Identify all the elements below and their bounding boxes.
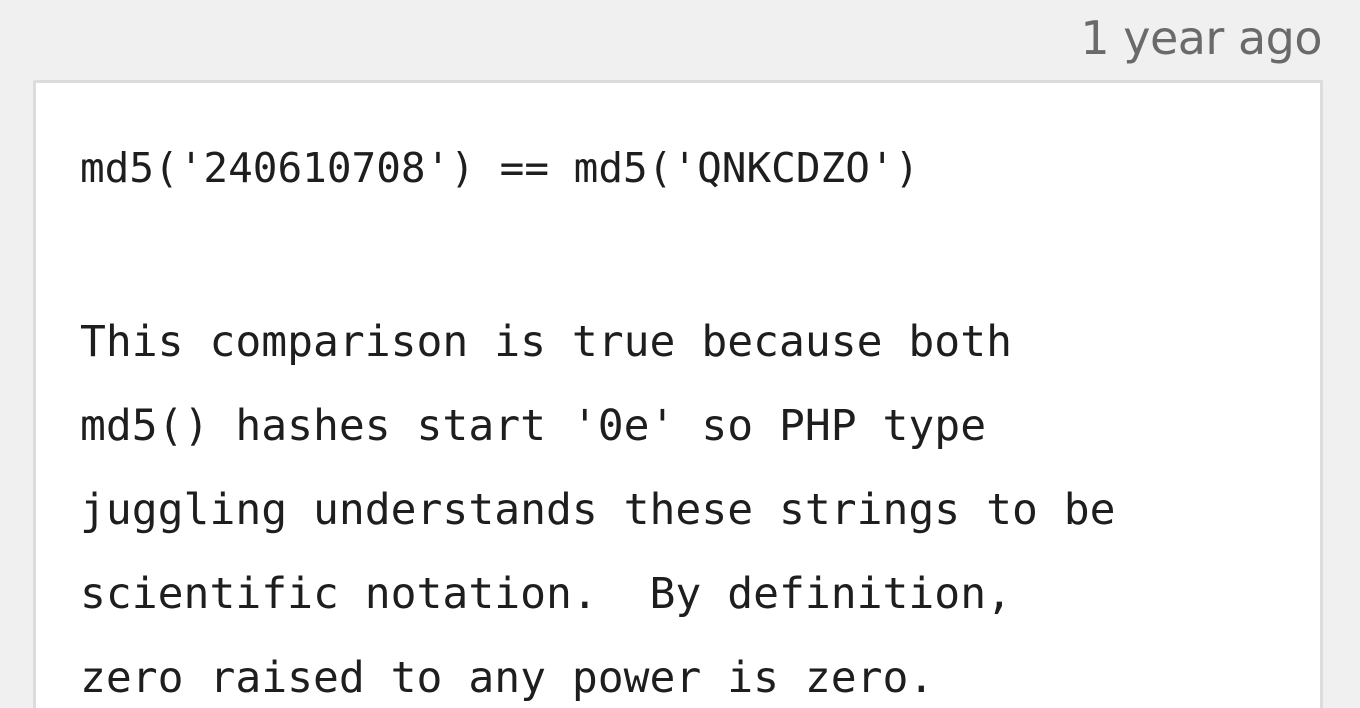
post-timestamp: 1 year ago [1080,11,1322,65]
code-line-explanation-1: This comparison is true because both [80,317,1012,367]
code-line-explanation-3: juggling understands these strings to be [80,485,1116,535]
code-line-explanation-2: md5() hashes start '0e' so PHP type [80,401,987,451]
code-block: md5('240610708') == md5('QNKCDZO') This … [33,80,1323,708]
code-line-expression: md5('240610708') == md5('QNKCDZO') [80,144,920,192]
code-line-explanation-5: zero raised to any power is zero. [80,653,935,703]
code-line-explanation-4: scientific notation. By definition, [80,569,1012,619]
